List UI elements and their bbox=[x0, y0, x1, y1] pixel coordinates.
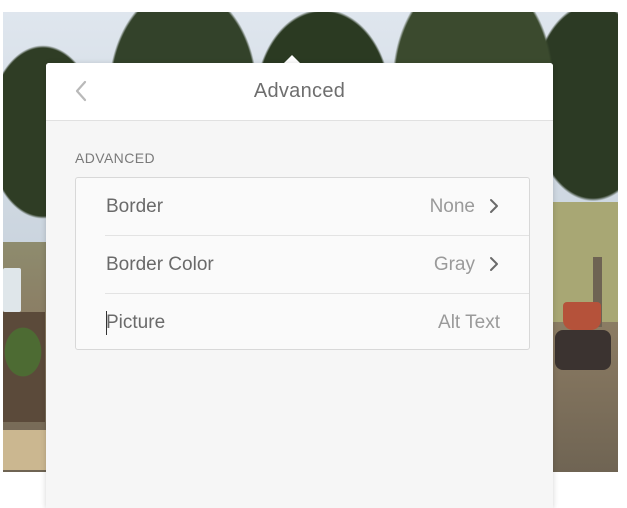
advanced-popover: Advanced ADVANCED Border None Border Col… bbox=[46, 63, 553, 508]
advanced-settings-list: Border None Border Color Gray Picture Al… bbox=[75, 177, 530, 350]
border-value: None bbox=[429, 196, 475, 217]
page-title: Advanced bbox=[253, 80, 346, 102]
border-color-row[interactable]: Border Color Gray bbox=[76, 236, 529, 293]
picture-label: Picture bbox=[106, 312, 166, 333]
photo-plants bbox=[3, 312, 45, 422]
section-label: ADVANCED bbox=[75, 150, 155, 166]
photo-stump bbox=[555, 330, 611, 370]
border-color-label: Border Color bbox=[106, 254, 214, 275]
border-label: Border bbox=[106, 196, 164, 217]
chevron-right-icon bbox=[490, 257, 498, 271]
picture-alt-text-row[interactable]: Picture Alt Text bbox=[76, 294, 529, 351]
border-row[interactable]: Border None bbox=[76, 178, 529, 235]
photo-flower-pot bbox=[563, 302, 601, 330]
border-color-value: Gray bbox=[433, 254, 475, 275]
popover-arrow bbox=[284, 55, 300, 63]
popover-header: Advanced bbox=[46, 63, 553, 121]
chevron-right-icon bbox=[490, 199, 498, 213]
alt-text-value: Alt Text bbox=[438, 312, 500, 333]
photo-bucket bbox=[3, 268, 21, 312]
photo-sign bbox=[3, 430, 47, 470]
